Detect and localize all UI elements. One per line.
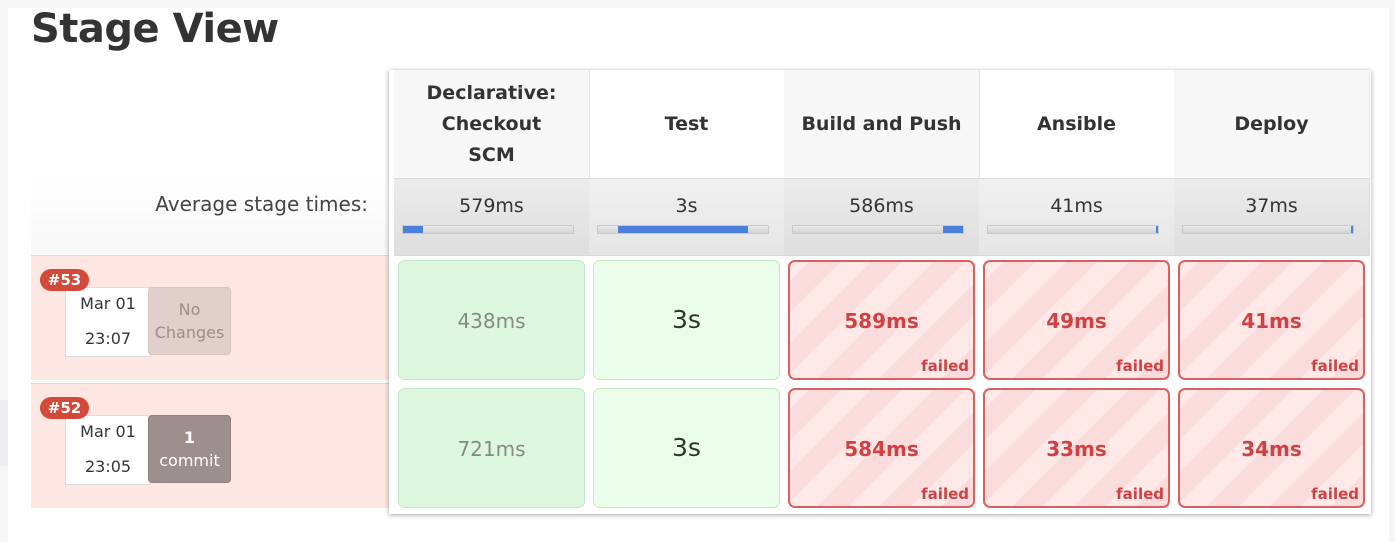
avg-time: 41ms (1050, 195, 1103, 217)
stage-cell-53-ansible[interactable]: 49ms failed (983, 260, 1170, 380)
failed-label: failed (921, 485, 969, 503)
stage-cell-52-checkout[interactable]: 721ms (398, 388, 585, 508)
stage-duration: 34ms (1241, 437, 1302, 461)
avg-time: 579ms (459, 195, 524, 217)
stage-cell-53-build-and-push[interactable]: 589ms failed (788, 260, 975, 380)
avg-time: 3s (675, 195, 698, 217)
avg-time: 37ms (1245, 195, 1298, 217)
build-row-52[interactable]: #52 Mar 01 23:05 1 commit (31, 383, 389, 508)
stage-header-ansible: Ansible (979, 70, 1175, 178)
avg-cell-deploy: 37ms (1174, 178, 1370, 256)
failed-label: failed (921, 357, 969, 375)
stage-duration: 721ms (457, 437, 526, 461)
average-stage-times-label: Average stage times: (155, 192, 368, 216)
stage-duration: 41ms (1241, 309, 1302, 333)
stage-cell-53-checkout[interactable]: 438ms (398, 260, 585, 380)
avg-progress-fill (1351, 226, 1354, 233)
build-time: 23:05 (84, 457, 132, 476)
stage-header-checkout: Declarative: Checkout SCM (394, 70, 590, 178)
changes-line-2: commit (159, 451, 220, 470)
stage-name: Deploy (1234, 112, 1309, 135)
stage-duration: 584ms (844, 437, 919, 461)
build-number-badge[interactable]: #53 (40, 269, 89, 291)
build-date-box: Mar 01 23:07 (65, 287, 151, 357)
failed-label: failed (1116, 357, 1164, 375)
avg-cell-ansible: 41ms (979, 178, 1175, 256)
changes-box[interactable]: No Changes (148, 287, 231, 355)
side-tab (0, 400, 8, 466)
avg-cell-test: 3s (589, 178, 785, 256)
stage-cell-53-deploy[interactable]: 41ms failed (1178, 260, 1365, 380)
stage-name: Ansible (1036, 112, 1117, 135)
build-row-53[interactable]: #53 Mar 01 23:07 No Changes (31, 255, 389, 380)
failed-label: failed (1116, 485, 1164, 503)
avg-cell-build-and-push: 586ms (784, 178, 980, 256)
stage-duration: 3s (672, 433, 701, 462)
build-date: Mar 01 (80, 422, 136, 441)
changes-line-1: No (178, 300, 201, 319)
stage-header-test: Test (589, 70, 785, 178)
changes-line-1: 1 (183, 428, 196, 447)
avg-progress-fill (1156, 226, 1159, 233)
page-title: Stage View (31, 6, 279, 52)
avg-time: 586ms (849, 195, 914, 217)
stage-name: Declarative: Checkout SCM (426, 81, 557, 166)
build-time: 23:07 (84, 329, 132, 348)
stage-cell-52-build-and-push[interactable]: 584ms failed (788, 388, 975, 508)
stage-duration: 49ms (1046, 309, 1107, 333)
avg-progress-fill (403, 226, 424, 233)
avg-progress-bar (1182, 225, 1354, 234)
failed-label: failed (1311, 357, 1359, 375)
stage-name: Test (664, 112, 709, 135)
stage-cell-52-test[interactable]: 3s (593, 388, 780, 508)
stage-table: Declarative: Checkout SCM Test Build and… (389, 70, 1371, 514)
stage-duration: 589ms (844, 309, 919, 333)
avg-progress-fill (942, 226, 963, 233)
stage-header-build-and-push: Build and Push (784, 70, 980, 178)
build-date: Mar 01 (80, 294, 136, 313)
stage-duration: 33ms (1046, 437, 1107, 461)
stage-duration: 3s (672, 305, 701, 334)
stage-cell-53-test[interactable]: 3s (593, 260, 780, 380)
stage-header-deploy: Deploy (1174, 70, 1370, 178)
avg-progress-bar (792, 225, 964, 234)
failed-label: failed (1311, 485, 1359, 503)
stage-cell-52-ansible[interactable]: 33ms failed (983, 388, 1170, 508)
average-times-band (31, 178, 390, 254)
build-date-box: Mar 01 23:05 (65, 415, 151, 485)
avg-progress-bar (987, 225, 1159, 234)
build-number-badge[interactable]: #52 (40, 397, 89, 419)
avg-progress-bar (402, 225, 574, 234)
stage-name: Build and Push (801, 112, 962, 135)
changes-line-2: Changes (154, 323, 225, 342)
stage-duration: 438ms (457, 309, 526, 333)
stage-cell-52-deploy[interactable]: 34ms failed (1178, 388, 1365, 508)
avg-progress-fill (618, 226, 748, 233)
avg-cell-checkout: 579ms (394, 178, 590, 256)
avg-progress-bar (597, 225, 769, 234)
changes-box[interactable]: 1 commit (148, 415, 231, 483)
